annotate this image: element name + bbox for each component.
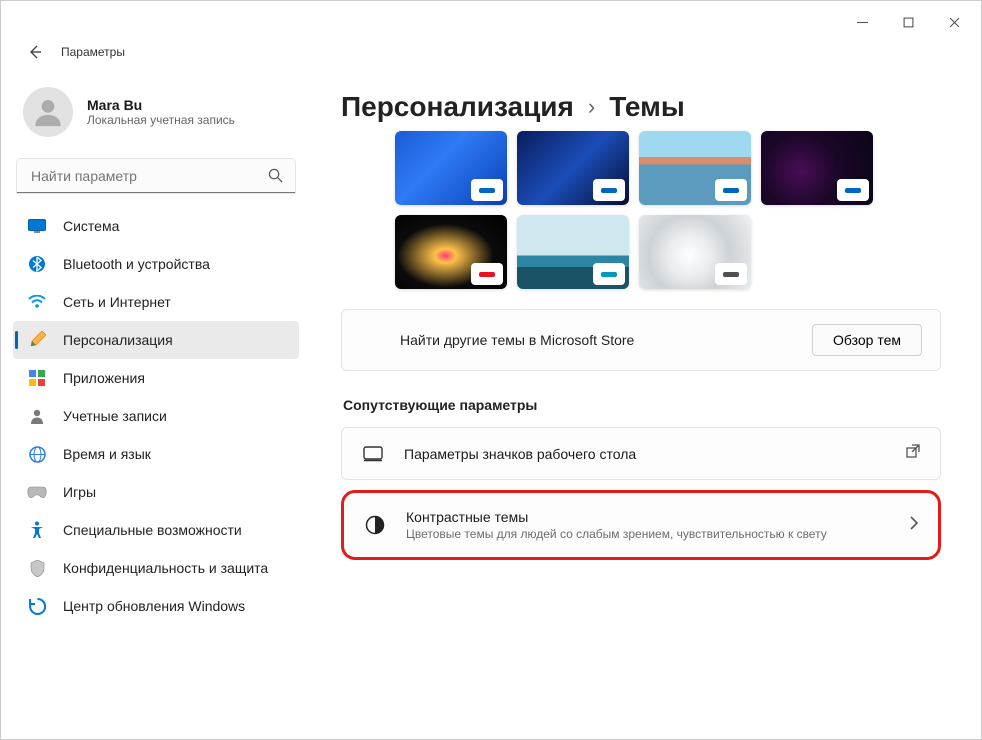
sidebar-item-network[interactable]: Сеть и Интернет [13,283,299,321]
browse-themes-button[interactable]: Обзор тем [812,324,922,356]
sidebar-item-apps[interactable]: Приложения [13,359,299,397]
desktop-icons-title: Параметры значков рабочего стола [404,446,636,462]
nav-label: Специальные возможности [63,522,242,538]
nav-label: Сеть и Интернет [63,294,171,310]
nav-label: Персонализация [63,332,173,348]
theme-tile-5[interactable] [395,215,507,289]
maximize-button[interactable] [885,6,931,38]
minimize-button[interactable] [839,6,885,38]
breadcrumb-parent[interactable]: Персонализация [341,91,574,123]
contrast-icon [364,515,386,535]
avatar [23,87,73,137]
close-button[interactable] [931,6,977,38]
user-icon [31,95,65,129]
nav-label: Bluetooth и устройства [63,256,210,272]
sidebar-item-gaming[interactable]: Игры [13,473,299,511]
sidebar-item-bluetooth[interactable]: Bluetooth и устройства [13,245,299,283]
theme-tile-1[interactable] [395,131,507,205]
sidebar-item-accessibility[interactable]: Специальные возможности [13,511,299,549]
sidebar-item-accounts[interactable]: Учетные записи [13,397,299,435]
contrast-subtitle: Цветовые темы для людей со слабым зрение… [406,527,827,541]
nav-label: Конфиденциальность и защита [63,560,268,576]
contrast-title: Контрастные темы [406,509,827,525]
contrast-themes-card[interactable]: Контрастные темы Цветовые темы для людей… [341,490,941,560]
nav-label: Время и язык [63,446,151,462]
sidebar: Mara Bu Локальная учетная запись Система… [1,61,311,739]
nav-label: Игры [63,484,96,500]
store-label: Найти другие темы в Microsoft Store [400,332,634,348]
gamepad-icon [27,482,47,502]
user-name: Mara Bu [87,97,235,113]
external-link-icon [906,444,920,463]
chevron-right-icon [909,516,918,535]
arrow-left-icon [27,44,43,60]
clock-globe-icon [27,444,47,464]
sidebar-item-time[interactable]: Время и язык [13,435,299,473]
nav: Система Bluetooth и устройства Сеть и Ин… [13,207,299,625]
accounts-icon [27,406,47,426]
wifi-icon [27,292,47,312]
nav-label: Приложения [63,370,145,386]
theme-tile-7[interactable] [639,215,751,289]
store-row: Найти другие темы в Microsoft Store Обзо… [341,309,941,371]
theme-tile-3[interactable] [639,131,751,205]
breadcrumb-current: Темы [609,91,685,123]
theme-tile-4[interactable] [761,131,873,205]
sidebar-item-privacy[interactable]: Конфиденциальность и защита [13,549,299,587]
user-subtitle: Локальная учетная запись [87,113,235,127]
header-row: Параметры [1,43,981,61]
nav-label: Учетные записи [63,408,167,424]
desktop-icon [362,446,384,462]
breadcrumb: Персонализация › Темы [341,91,941,123]
bluetooth-icon [27,254,47,274]
user-block[interactable]: Mara Bu Локальная учетная запись [13,81,299,155]
sidebar-item-system[interactable]: Система [13,207,299,245]
update-icon [27,596,47,616]
search-input[interactable] [17,159,295,193]
nav-label: Центр обновления Windows [63,598,245,614]
display-icon [27,216,47,236]
search-icon [268,168,283,188]
nav-label: Система [63,218,119,234]
chevron-right-icon: › [588,94,595,120]
theme-tile-6[interactable] [517,215,629,289]
themes-grid [395,131,941,289]
brush-icon [27,330,47,350]
theme-tile-2[interactable] [517,131,629,205]
main-content: Персонализация › Темы Найти другие темы … [311,61,981,739]
desktop-icons-card[interactable]: Параметры значков рабочего стола [341,427,941,480]
search-box [17,159,295,193]
window-titlebar [1,1,981,43]
apps-icon [27,368,47,388]
sidebar-item-update[interactable]: Центр обновления Windows [13,587,299,625]
accessibility-icon [27,520,47,540]
sidebar-item-personalization[interactable]: Персонализация [13,321,299,359]
shield-icon [27,558,47,578]
related-section-title: Сопутствующие параметры [343,397,941,413]
app-title: Параметры [61,45,125,59]
